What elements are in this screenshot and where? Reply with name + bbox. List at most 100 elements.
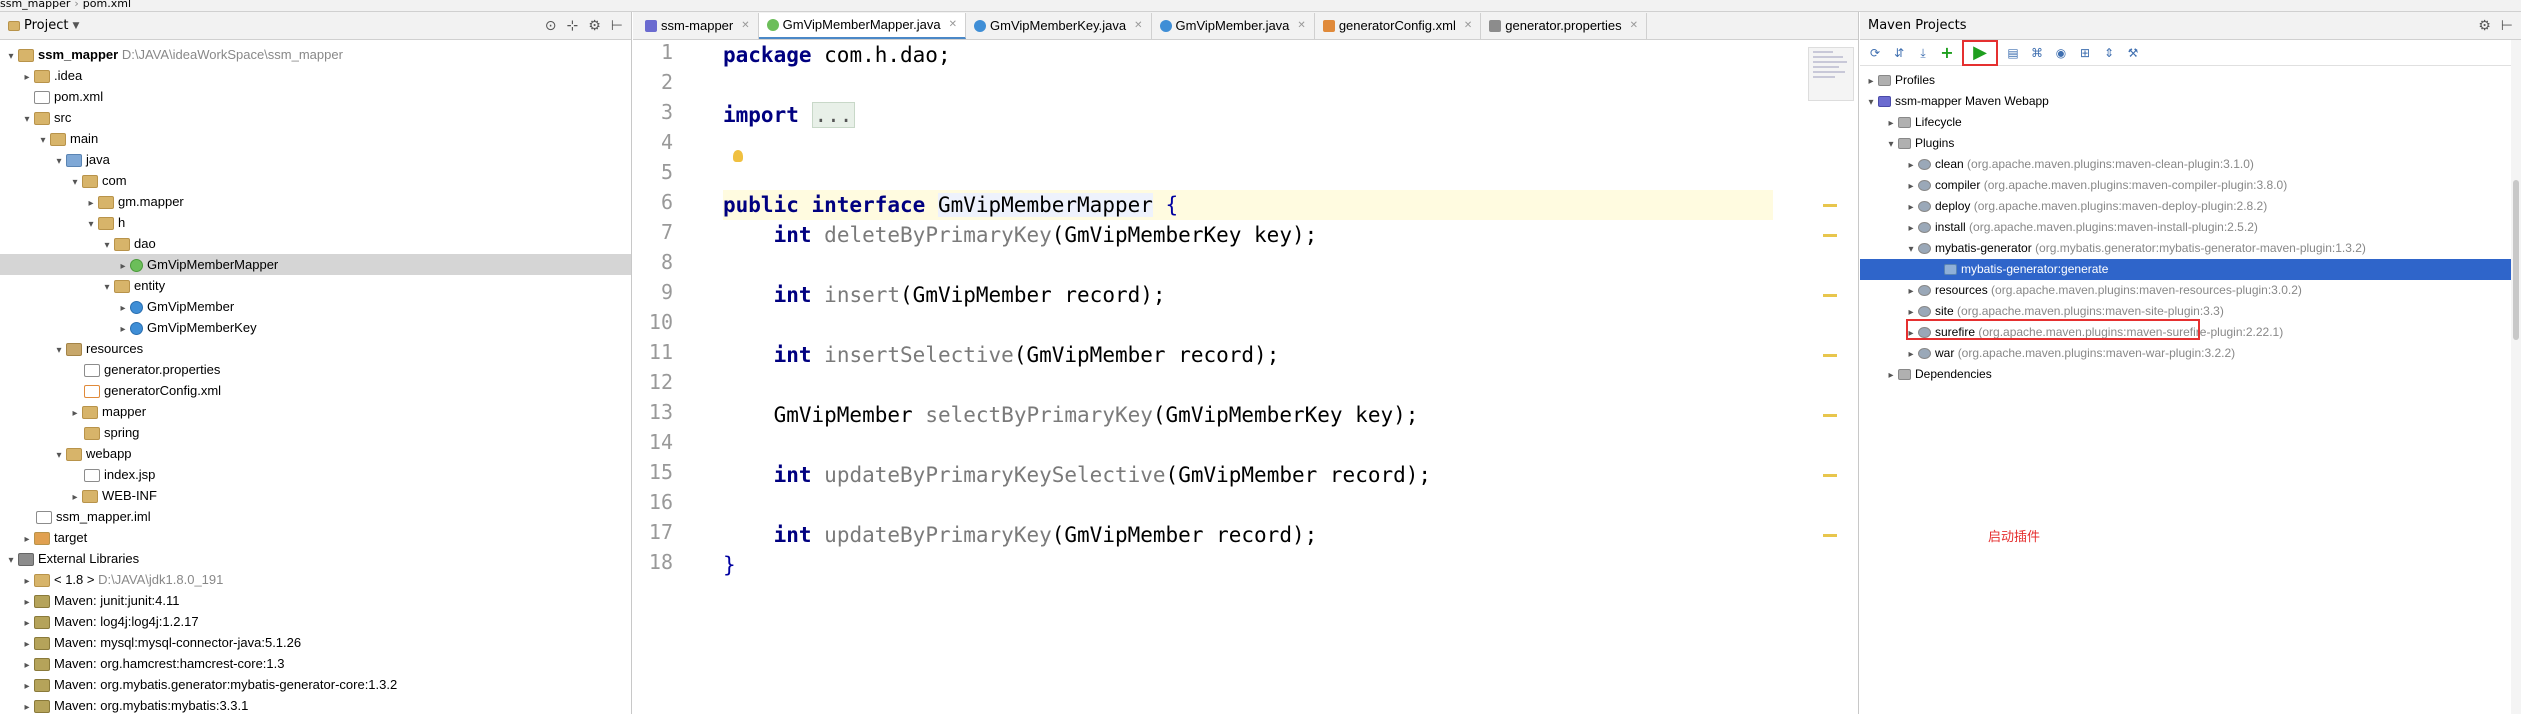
chevron-down-icon[interactable]: ▾ bbox=[52, 151, 66, 172]
chevron-right-icon[interactable]: ▸ bbox=[20, 529, 34, 550]
chevron-right-icon[interactable]: ▸ bbox=[116, 319, 130, 340]
tree-item-lib-hamcrest[interactable]: ▸ Maven: org.hamcrest:hamcrest-core:1.3 bbox=[0, 653, 631, 674]
maven-item-profiles[interactable]: ▸ Profiles bbox=[1860, 70, 2521, 91]
show-dependencies-icon[interactable]: ⊞ bbox=[2076, 44, 2094, 62]
download-icon[interactable]: ⤓ bbox=[1914, 44, 1932, 62]
override-marker[interactable] bbox=[1823, 534, 1837, 537]
maven-item-plugins[interactable]: ▾ Plugins bbox=[1860, 133, 2521, 154]
tree-item-src[interactable]: ▾ src bbox=[0, 107, 631, 128]
tree-item-root[interactable]: ▾ ssm_mapper D:\JAVA\ideaWorkSpace\ssm_ma… bbox=[0, 44, 631, 65]
tree-item-generator-config[interactable]: generatorConfig.xml bbox=[0, 380, 631, 401]
tree-item-web-inf[interactable]: ▸ WEB-INF bbox=[0, 485, 631, 506]
override-marker[interactable] bbox=[1823, 414, 1837, 417]
run-maven-build-button[interactable]: ▶ bbox=[1962, 39, 1998, 66]
chevron-down-icon[interactable]: ▾ bbox=[68, 172, 82, 193]
override-marker[interactable] bbox=[1823, 294, 1837, 297]
chevron-right-icon[interactable]: ▸ bbox=[1904, 302, 1918, 323]
maven-plugin-surefire[interactable]: ▸ surefire (org.apache.maven.plugins:mave… bbox=[1860, 322, 2521, 343]
chevron-down-icon[interactable]: ▾ bbox=[52, 340, 66, 361]
chevron-right-icon[interactable]: ▸ bbox=[1904, 176, 1918, 197]
hide-icon[interactable]: ⊢ bbox=[2501, 18, 2513, 34]
tree-item-external-libraries[interactable]: ▾ External Libraries bbox=[0, 548, 631, 569]
tab-gmvipmemberkey[interactable]: GmVipMemberKey.java ✕ bbox=[966, 13, 1152, 39]
close-icon[interactable]: ✕ bbox=[741, 13, 749, 39]
override-marker[interactable] bbox=[1823, 204, 1837, 207]
maven-plugin-war[interactable]: ▸ war (org.apache.maven.plugins:maven-war… bbox=[1860, 343, 2521, 364]
tree-item-lib-mybatis[interactable]: ▸ Maven: org.mybatis:mybatis:3.3.1 bbox=[0, 695, 631, 714]
tree-item-lib-mysql[interactable]: ▸ Maven: mysql:mysql-connector-java:5.1.2… bbox=[0, 632, 631, 653]
chevron-right-icon[interactable]: ▸ bbox=[1884, 365, 1898, 386]
project-panel-title[interactable]: Project bbox=[24, 18, 68, 33]
chevron-right-icon[interactable]: ▸ bbox=[1904, 323, 1918, 344]
chevron-right-icon[interactable]: ▸ bbox=[1864, 71, 1878, 92]
sync-icon[interactable]: ⊙ bbox=[545, 18, 557, 34]
tree-item-main[interactable]: ▾ main bbox=[0, 128, 631, 149]
tree-item-iml[interactable]: ssm_mapper.iml bbox=[0, 506, 631, 527]
chevron-right-icon[interactable]: ▸ bbox=[1884, 113, 1898, 134]
maven-goal-mybatis-generate[interactable]: mybatis-generator:generate bbox=[1860, 259, 2521, 280]
tab-generator-properties[interactable]: generator.properties ✕ bbox=[1481, 13, 1648, 39]
scrollbar[interactable] bbox=[2511, 40, 2521, 714]
tree-item-spring[interactable]: spring bbox=[0, 422, 631, 443]
tree-item-mapper-folder[interactable]: ▸ mapper bbox=[0, 401, 631, 422]
scroll-from-source-icon[interactable]: ⊹ bbox=[567, 18, 579, 34]
maven-plugin-clean[interactable]: ▸ clean (org.apache.maven.plugins:maven-c… bbox=[1860, 154, 2521, 175]
chevron-right-icon[interactable]: ▸ bbox=[20, 613, 34, 634]
hide-icon[interactable]: ⊢ bbox=[611, 18, 623, 34]
chevron-right-icon[interactable]: ▸ bbox=[116, 256, 130, 277]
chevron-right-icon[interactable]: ▸ bbox=[20, 634, 34, 655]
chevron-right-icon[interactable]: ▸ bbox=[1904, 197, 1918, 218]
override-marker[interactable] bbox=[1823, 354, 1837, 357]
editor-minimap[interactable] bbox=[1808, 47, 1854, 101]
override-marker[interactable] bbox=[1823, 474, 1837, 477]
override-marker[interactable] bbox=[1823, 234, 1837, 237]
close-icon[interactable]: ✕ bbox=[1630, 13, 1638, 39]
maven-item-project[interactable]: ▾ ssm-mapper Maven Webapp bbox=[1860, 91, 2521, 112]
reimport-icon[interactable]: ⟳ bbox=[1866, 44, 1884, 62]
tree-item-lib-mybatis-generator[interactable]: ▸ Maven: org.mybatis.generator:mybatis-ge… bbox=[0, 674, 631, 695]
chevron-right-icon[interactable]: ▸ bbox=[1904, 281, 1918, 302]
folded-imports[interactable]: ... bbox=[811, 102, 856, 128]
toggle-offline-icon[interactable]: ⌘ bbox=[2028, 44, 2046, 62]
chevron-right-icon[interactable]: ▸ bbox=[20, 655, 34, 676]
collapse-all-icon[interactable]: ⇕ bbox=[2100, 44, 2118, 62]
tree-item-entity-class[interactable]: ▸ GmVipMember bbox=[0, 296, 631, 317]
tree-item-mapper-interface[interactable]: ▸ GmVipMemberMapper bbox=[0, 254, 631, 275]
maven-plugin-install[interactable]: ▸ install (org.apache.maven.plugins:maven… bbox=[1860, 217, 2521, 238]
tree-item-pom[interactable]: pom.xml bbox=[0, 86, 631, 107]
tree-item-lib-junit[interactable]: ▸ Maven: junit:junit:4.11 bbox=[0, 590, 631, 611]
gear-icon[interactable]: ⚙ bbox=[2478, 18, 2491, 34]
chevron-right-icon[interactable]: ▸ bbox=[20, 571, 34, 592]
chevron-down-icon[interactable]: ▾ bbox=[1884, 134, 1898, 155]
chevron-right-icon[interactable]: ▸ bbox=[20, 592, 34, 613]
tree-item-webapp[interactable]: ▾ webapp bbox=[0, 443, 631, 464]
tree-item-index-jsp[interactable]: index.jsp bbox=[0, 464, 631, 485]
close-icon[interactable]: ✕ bbox=[1297, 13, 1305, 39]
maven-plugin-mybatis-generator[interactable]: ▾ mybatis-generator (org.mybatis.generato… bbox=[1860, 238, 2521, 259]
chevron-down-icon[interactable]: ▾ bbox=[1864, 92, 1878, 113]
tree-item-dao[interactable]: ▾ dao bbox=[0, 233, 631, 254]
tab-gmvipmember[interactable]: GmVipMember.java ✕ bbox=[1152, 13, 1315, 39]
maven-plugin-site[interactable]: ▸ site (org.apache.maven.plugins:maven-si… bbox=[1860, 301, 2521, 322]
close-icon[interactable]: ✕ bbox=[1464, 13, 1472, 39]
chevron-down-icon[interactable]: ▾ bbox=[100, 277, 114, 298]
tab-generatorconfig[interactable]: generatorConfig.xml ✕ bbox=[1315, 13, 1482, 39]
maven-plugin-resources[interactable]: ▸ resources (org.apache.maven.plugins:mav… bbox=[1860, 280, 2521, 301]
tab-gmvipmembermapper[interactable]: GmVipMemberMapper.java ✕ bbox=[758, 13, 967, 39]
tree-item-lib-log4j[interactable]: ▸ Maven: log4j:log4j:1.2.17 bbox=[0, 611, 631, 632]
chevron-right-icon[interactable]: ▸ bbox=[20, 676, 34, 697]
maven-item-lifecycle[interactable]: ▸ Lifecycle bbox=[1860, 112, 2521, 133]
code-area[interactable]: package com.h.dao; import ... public int… bbox=[723, 40, 1837, 714]
maven-plugin-deploy[interactable]: ▸ deploy (org.apache.maven.plugins:maven-… bbox=[1860, 196, 2521, 217]
add-project-icon[interactable]: + bbox=[1938, 43, 1956, 62]
tree-item-generator-properties[interactable]: generator.properties bbox=[0, 359, 631, 380]
maven-item-dependencies[interactable]: ▸ Dependencies bbox=[1860, 364, 2521, 385]
scrollbar-thumb[interactable] bbox=[2513, 180, 2519, 340]
maven-plugin-compiler[interactable]: ▸ compiler (org.apache.maven.plugins:mave… bbox=[1860, 175, 2521, 196]
chevron-down-icon[interactable]: ▾ bbox=[36, 130, 50, 151]
chevron-down-icon[interactable]: ▾ bbox=[4, 550, 18, 571]
chevron-right-icon[interactable]: ▸ bbox=[84, 193, 98, 214]
chevron-down-icon[interactable]: ▾ bbox=[52, 445, 66, 466]
chevron-right-icon[interactable]: ▸ bbox=[1904, 218, 1918, 239]
tree-item-entity[interactable]: ▾ entity bbox=[0, 275, 631, 296]
